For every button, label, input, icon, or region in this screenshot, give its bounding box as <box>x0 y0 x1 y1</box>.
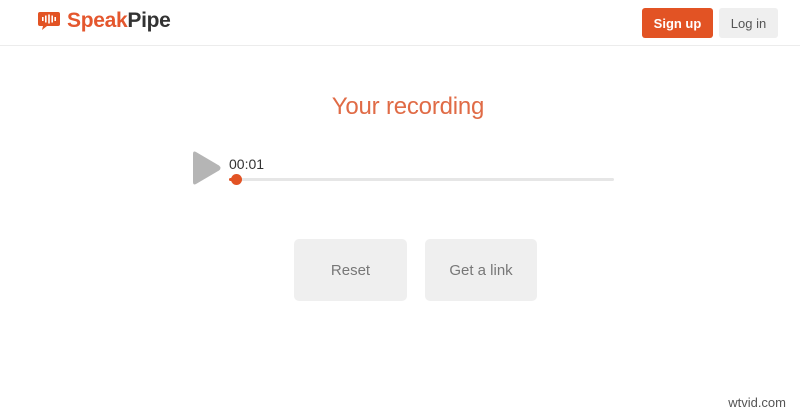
log-in-button[interactable]: Log in <box>719 8 778 38</box>
seek-bar-handle[interactable] <box>230 174 242 185</box>
reset-button[interactable]: Reset <box>294 239 407 301</box>
sign-up-button[interactable]: Sign up <box>642 8 713 38</box>
top-navbar: SpeakPipe Sign up Log in <box>0 0 800 46</box>
seek-bar[interactable] <box>229 174 614 185</box>
logo-wordmark: SpeakPipe <box>67 10 171 32</box>
logo-text-pipe: Pipe <box>127 9 171 32</box>
page-title: Your recording <box>331 93 485 120</box>
speakpipe-logo-icon <box>38 12 60 30</box>
logo-text-speak: Speak <box>67 9 128 32</box>
speakpipe-logo[interactable]: SpeakPipe <box>37 10 171 32</box>
watermark: wtvid.com <box>728 395 786 410</box>
play-icon[interactable] <box>192 150 222 186</box>
page: SpeakPipe Sign up Log in Your recording … <box>0 0 800 415</box>
elapsed-time: 00:01 <box>229 156 265 172</box>
get-a-link-button[interactable]: Get a link <box>425 239 537 301</box>
